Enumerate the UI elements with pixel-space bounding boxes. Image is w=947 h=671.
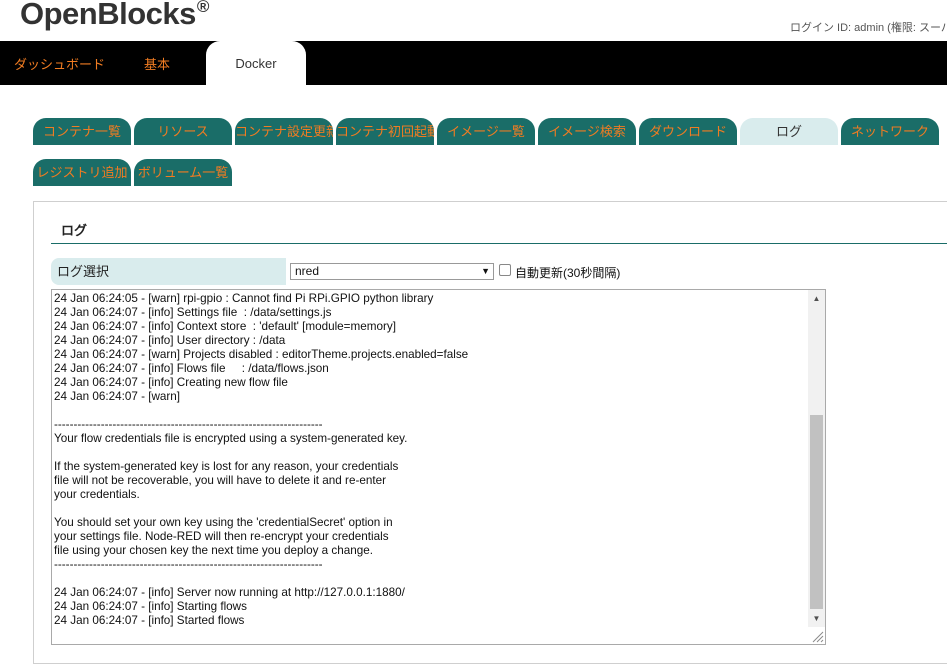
tab-container-list[interactable]: コンテナ一覧 — [33, 118, 131, 145]
log-line: Your flow credentials file is encrypted … — [54, 432, 408, 445]
panel-title-divider — [51, 243, 947, 244]
chevron-down-icon: ▼ — [481, 266, 490, 276]
tab-volume-list[interactable]: ボリューム一覧 — [134, 159, 232, 186]
tab-container-settings-update[interactable]: コンテナ設定更新 — [235, 118, 333, 145]
top-navigation: ダッシュボード 基本 Docker — [0, 41, 947, 85]
log-line: 24 Jan 06:24:07 - [warn] Projects disabl… — [54, 348, 469, 361]
topnav-item-basic[interactable]: 基本 — [144, 41, 170, 85]
resize-grip-icon[interactable] — [810, 629, 824, 643]
log-line: You should set your own key using the 'c… — [54, 516, 393, 529]
container-select-value: nred — [295, 264, 320, 278]
scroll-up-arrow-icon[interactable]: ▲ — [808, 290, 825, 307]
log-textarea[interactable]: 24 Jan 06:24:05 - [warn] rpi-gpio : Cann… — [51, 289, 826, 645]
scroll-down-arrow-icon[interactable]: ▼ — [808, 610, 825, 627]
topnav-item-docker[interactable]: Docker — [206, 41, 306, 85]
tab-log[interactable]: ログ — [740, 118, 838, 145]
tab-image-search[interactable]: イメージ検索 — [538, 118, 636, 145]
auto-refresh-checkbox[interactable] — [499, 264, 511, 276]
tab-registry-add[interactable]: レジストリ追加 — [33, 159, 131, 186]
log-line: 24 Jan 06:24:07 - [warn] — [54, 390, 181, 403]
tab-container-first-start[interactable]: コンテナ初回起動 — [336, 118, 434, 145]
log-line: ----------------------------------------… — [54, 418, 323, 431]
scrollbar-thumb[interactable] — [810, 415, 823, 609]
log-line: 24 Jan 06:24:07 - [info] Creating new fl… — [54, 376, 288, 389]
log-line: ----------------------------------------… — [54, 558, 323, 571]
log-line: 24 Jan 06:24:07 - [info] Starting flows — [54, 600, 247, 613]
log-line: 24 Jan 06:24:07 - [info] Settings file :… — [54, 306, 332, 319]
log-line: If the system-generated key is lost for … — [54, 460, 399, 473]
log-line: 24 Jan 06:24:07 - [info] Flows file : /d… — [54, 362, 329, 375]
log-line: 24 Jan 06:24:05 - [warn] rpi-gpio : Cann… — [54, 292, 434, 305]
brand-registered-mark: ® — [196, 0, 210, 16]
log-line: 24 Jan 06:24:07 - [info] Server now runn… — [54, 586, 405, 599]
container-select[interactable]: nred ▼ — [290, 263, 494, 280]
brand-logo: OpenBlocks® — [20, 0, 209, 32]
log-scrollbar[interactable]: ▲ ▼ — [808, 290, 825, 627]
login-info: ログイン ID: admin (権限: スーパー — [790, 22, 947, 34]
log-line: 24 Jan 06:24:07 - [info] User directory … — [54, 334, 286, 347]
brand-name: OpenBlocks — [20, 0, 196, 31]
log-line: file will not be recoverable, you will h… — [54, 474, 386, 487]
log-line: 24 Jan 06:24:07 - [info] Context store :… — [54, 320, 396, 333]
panel-title: ログ — [61, 223, 88, 238]
log-line: your credentials. — [54, 488, 140, 501]
auto-refresh-label: 自動更新(30秒間隔) — [515, 266, 621, 280]
log-line: 24 Jan 06:24:07 - [info] Started flows — [54, 614, 245, 627]
log-content: 24 Jan 06:24:05 - [warn] rpi-gpio : Cann… — [54, 292, 804, 628]
tab-network[interactable]: ネットワーク — [841, 118, 939, 145]
log-line: file using your chosen key the next time… — [54, 544, 374, 557]
log-select-label: ログ選択 — [51, 258, 286, 285]
tab-image-list[interactable]: イメージ一覧 — [437, 118, 535, 145]
topnav-item-dashboard[interactable]: ダッシュボード — [14, 41, 105, 85]
tab-resources[interactable]: リソース — [134, 118, 232, 145]
log-line: your settings file. Node-RED will then r… — [54, 530, 389, 543]
tab-download[interactable]: ダウンロード — [639, 118, 737, 145]
